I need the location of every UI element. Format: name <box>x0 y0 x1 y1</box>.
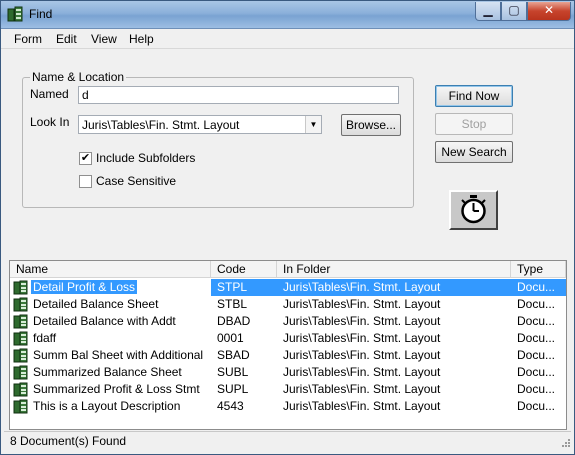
row-folder: Juris\Tables\Fin. Stmt. Layout <box>283 348 441 362</box>
row-name: Detailed Balance with Addt <box>33 314 176 328</box>
browse-button[interactable]: Browse... <box>341 114 401 136</box>
row-name-cell: Summarized Profit & Loss Stmt <box>13 382 211 397</box>
document-cabinet-icon <box>13 382 28 397</box>
row-type: Docu... <box>517 297 556 311</box>
table-row[interactable]: fdaff 0001 Juris\Tables\Fin. Stmt. Layout D… <box>10 330 566 347</box>
look-in-combo[interactable]: Juris\Tables\Fin. Stmt. Layout ▼ <box>78 115 322 134</box>
table-row[interactable]: This is a Layout Description 4543 Juris\Ta… <box>10 398 566 415</box>
table-row[interactable]: Detailed Balance with Addt DBAD Juris\Tabl… <box>10 313 566 330</box>
row-type: Docu... <box>517 382 556 396</box>
row-type: Docu... <box>517 280 556 294</box>
row-code: SUBL <box>217 365 249 379</box>
find-now-button[interactable]: Find Now <box>435 85 513 107</box>
include-subfolders-label: Include Subfolders <box>96 151 196 165</box>
row-folder: Juris\Tables\Fin. Stmt. Layout <box>283 399 441 413</box>
case-sensitive-checkbox[interactable] <box>79 175 92 188</box>
results-list[interactable]: Name Code In Folder Type Detail Profit &… <box>9 260 567 430</box>
column-name[interactable]: Name <box>10 261 211 278</box>
document-cabinet-icon <box>13 365 28 380</box>
include-subfolders-checkbox[interactable]: ✔ <box>79 152 92 165</box>
document-cabinet-icon <box>13 314 28 329</box>
document-cabinet-icon <box>13 297 28 312</box>
row-type: Docu... <box>517 314 556 328</box>
case-sensitive-label: Case Sensitive <box>96 174 177 188</box>
row-folder: Juris\Tables\Fin. Stmt. Layout <box>283 331 441 345</box>
group-legend: Name & Location <box>30 70 127 84</box>
document-cabinet-icon <box>13 399 28 414</box>
menu-help[interactable]: Help <box>129 32 154 46</box>
row-folder: Juris\Tables\Fin. Stmt. Layout <box>283 365 441 379</box>
row-name: Summ Bal Sheet with Additional <box>33 348 204 362</box>
row-name-cell: Summarized Balance Sheet <box>13 365 211 380</box>
row-code: SUPL <box>217 382 249 396</box>
table-row[interactable]: Detail Profit & Loss STPL Juris\Tables\Fin… <box>10 279 566 296</box>
row-name-cell: Detailed Balance Sheet <box>13 297 211 312</box>
row-code: 0001 <box>217 331 244 345</box>
row-name: fdaff <box>33 331 57 345</box>
document-cabinet-icon <box>13 280 28 295</box>
find-window: Find ▁ ▢ ✕ Form Edit View Help Name & Lo… <box>0 0 575 455</box>
close-button[interactable]: ✕ <box>527 2 571 21</box>
row-folder: Juris\Tables\Fin. Stmt. Layout <box>283 280 441 294</box>
document-cabinet-icon <box>13 348 28 363</box>
status-bar: 8 Document(s) Found <box>4 431 571 448</box>
row-name-cell: Detailed Balance with Addt <box>13 314 211 329</box>
row-type: Docu... <box>517 331 556 345</box>
row-code: 4543 <box>217 399 244 413</box>
named-label: Named <box>30 87 69 101</box>
stop-button[interactable]: Stop <box>435 113 513 135</box>
row-name-cell: Summ Bal Sheet with Additional <box>13 348 211 363</box>
menu-bar: Form Edit View Help <box>1 29 574 49</box>
named-input[interactable]: d <box>78 86 399 104</box>
row-name: Summarized Balance Sheet <box>33 365 182 379</box>
minimize-button[interactable]: ▁ <box>475 2 501 21</box>
table-row[interactable]: Summ Bal Sheet with Additional SBAD Juris\… <box>10 347 566 364</box>
stopwatch-icon <box>449 190 498 230</box>
row-type: Docu... <box>517 365 556 379</box>
table-row[interactable]: Summarized Balance Sheet SUBL Juris\Tables… <box>10 364 566 381</box>
status-text: 8 Document(s) Found <box>10 434 127 448</box>
row-name-cell: fdaff <box>13 331 211 346</box>
look-in-value: Juris\Tables\Fin. Stmt. Layout <box>82 118 240 132</box>
row-name: Detailed Balance Sheet <box>33 297 159 311</box>
table-row[interactable]: Detailed Balance Sheet STBL Juris\Tables\F… <box>10 296 566 313</box>
row-folder: Juris\Tables\Fin. Stmt. Layout <box>283 314 441 328</box>
row-type: Docu... <box>517 348 556 362</box>
row-code: DBAD <box>217 314 251 328</box>
column-in-folder[interactable]: In Folder <box>277 261 511 278</box>
document-cabinet-icon <box>13 331 28 346</box>
row-name-cell: Detail Profit & Loss <box>13 280 211 295</box>
resize-grip-icon[interactable] <box>559 436 571 448</box>
row-name-cell: This is a Layout Description <box>13 399 211 414</box>
row-code: SBAD <box>217 348 250 362</box>
look-in-label: Look In <box>30 115 70 129</box>
cabinet-icon <box>7 6 23 22</box>
row-code: STBL <box>217 297 248 311</box>
column-type[interactable]: Type <box>511 261 566 278</box>
row-name: Detail Profit & Loss <box>31 280 138 294</box>
window-title: Find <box>29 7 53 21</box>
list-header: Name Code In Folder Type <box>10 261 566 278</box>
menu-view[interactable]: View <box>91 32 117 46</box>
row-folder: Juris\Tables\Fin. Stmt. Layout <box>283 382 441 396</box>
menu-edit[interactable]: Edit <box>56 32 77 46</box>
new-search-button[interactable]: New Search <box>435 141 513 163</box>
maximize-button[interactable]: ▢ <box>501 2 527 21</box>
row-name: This is a Layout Description <box>33 399 181 413</box>
table-row[interactable]: Summarized Profit & Loss Stmt SUPL Juris\T… <box>10 381 566 398</box>
title-bar[interactable]: Find ▁ ▢ ✕ <box>1 1 574 29</box>
row-type: Docu... <box>517 399 556 413</box>
row-folder: Juris\Tables\Fin. Stmt. Layout <box>283 297 441 311</box>
row-name: Summarized Profit & Loss Stmt <box>33 382 200 396</box>
menu-form[interactable]: Form <box>14 32 42 46</box>
row-code: STPL <box>217 280 248 294</box>
chevron-down-icon[interactable]: ▼ <box>305 116 321 133</box>
column-code[interactable]: Code <box>211 261 277 278</box>
